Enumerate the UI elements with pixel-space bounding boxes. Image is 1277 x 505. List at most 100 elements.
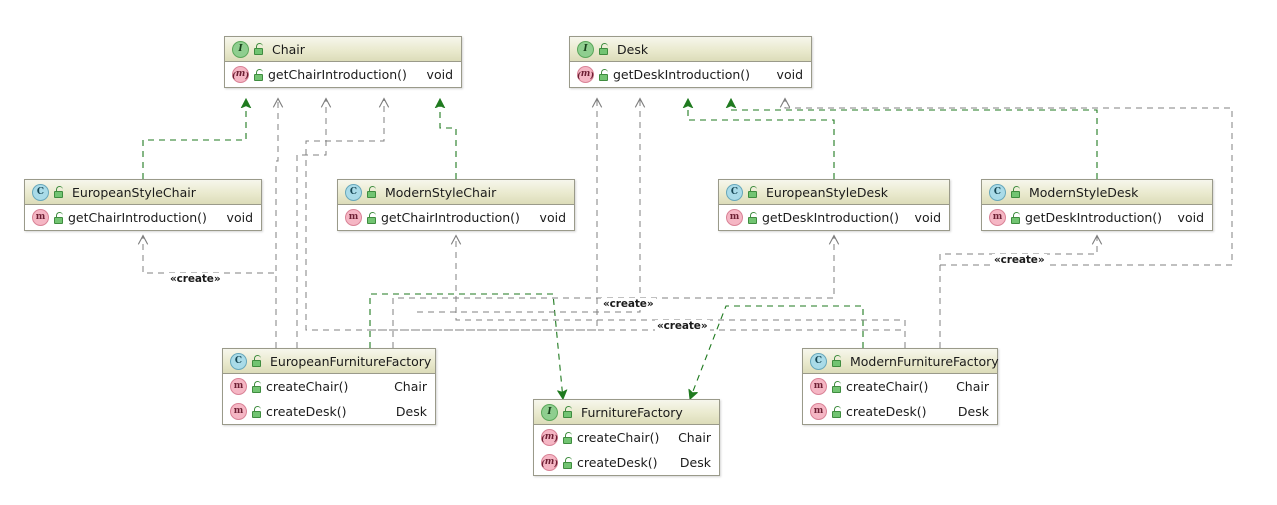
uml-member-name: createDesk() (846, 404, 927, 419)
uml-interface-furniture-factory[interactable]: I FurnitureFactory m createChair() Chair m cre… (533, 399, 720, 476)
edge-stereotype-label: «create» (992, 254, 1047, 266)
uml-member-return-type: Desk (395, 404, 427, 419)
edge-dependency[interactable] (939, 234, 1103, 348)
class-badge-icon: C (345, 183, 362, 201)
uml-member-name: createDesk() (577, 455, 658, 470)
uml-member-name: createDesk() (266, 404, 347, 419)
edge-dependency[interactable] (392, 234, 840, 348)
public-lock-icon (366, 186, 377, 198)
uml-member-name: createChair() (266, 379, 349, 394)
public-lock-icon (831, 380, 842, 393)
public-lock-icon (53, 211, 64, 224)
uml-class-modern-furniture-factory[interactable]: C ModernFurnitureFactory m createChair() Cha… (802, 348, 999, 425)
method-badge-icon: m (345, 209, 362, 226)
uml-box-title: EuropeanStyleDesk (766, 184, 889, 200)
class-badge-icon: C (230, 352, 247, 370)
edge-realization[interactable] (440, 99, 457, 179)
uml-box-header: C EuropeanStyleDesk (719, 180, 949, 205)
uml-box-header: C EuropeanStyleChair (25, 180, 261, 205)
uml-class-european-style-chair[interactable]: C EuropeanStyleChair m getChairIntroduction… (24, 179, 262, 231)
uml-member-name: createChair() (577, 430, 660, 445)
method-badge-icon: m (726, 209, 743, 226)
uml-member-row[interactable]: m getDeskIntroduction() void (982, 205, 1212, 230)
uml-member-return-type: Desk (957, 404, 989, 419)
uml-interface-chair[interactable]: I Chair m getChairIntroduction() void (224, 36, 462, 88)
public-lock-icon (253, 43, 264, 55)
uml-box-title: ModernFurnitureFactory (850, 353, 999, 369)
interface-badge-icon: I (577, 40, 594, 58)
uml-class-modern-style-chair[interactable]: C ModernStyleChair m getChairIntroduction()… (337, 179, 575, 231)
uml-member-return-type: void (914, 210, 941, 225)
uml-box-header: C ModernFurnitureFactory (803, 349, 999, 374)
uml-member-return-type: Chair (394, 379, 427, 394)
uml-box-header: I FurnitureFactory (534, 400, 719, 425)
uml-class-european-style-desk[interactable]: C EuropeanStyleDesk m getDeskIntroduction()… (718, 179, 950, 231)
uml-member-row[interactable]: m createDesk() Desk (803, 399, 997, 424)
uml-member-row[interactable]: m createChair() Chair (803, 374, 997, 399)
uml-box-header: C ModernStyleDesk (982, 180, 1212, 205)
uml-member-return-type: Chair (956, 379, 989, 394)
uml-box-header: I Desk (570, 37, 811, 62)
uml-member-return-type: void (226, 210, 253, 225)
edge-realization[interactable] (688, 99, 835, 179)
uml-member-name: getChairIntroduction() (268, 67, 407, 82)
public-lock-icon (53, 186, 64, 198)
edge-dependency[interactable] (137, 234, 277, 348)
edge-stereotype-label: «create» (168, 273, 223, 285)
uml-member-return-type: void (1177, 210, 1204, 225)
uml-member-name: getDeskIntroduction() (613, 67, 751, 82)
method-badge-icon: m (810, 403, 827, 420)
uml-class-modern-style-desk[interactable]: C ModernStyleDesk m getDeskIntroduction() vo… (981, 179, 1213, 231)
uml-class-european-furniture-factory[interactable]: C EuropeanFurnitureFactory m createChair() C… (222, 348, 436, 425)
uml-member-row[interactable]: m getChairIntroduction() void (338, 205, 574, 230)
edge-realization[interactable] (731, 99, 1098, 179)
uml-box-title: FurnitureFactory (581, 404, 683, 420)
uml-member-return-type: void (539, 210, 566, 225)
public-lock-icon (251, 380, 262, 393)
public-lock-icon (598, 43, 609, 55)
uml-member-return-type: void (776, 67, 803, 82)
method-badge-icon: m (577, 66, 594, 83)
edge-realization[interactable] (142, 99, 246, 179)
uml-box-title: EuropeanFurnitureFactory (270, 353, 432, 369)
uml-box-title: ModernStyleDesk (1029, 184, 1139, 200)
uml-member-row[interactable]: m createDesk() Desk (223, 399, 435, 424)
public-lock-icon (253, 68, 264, 81)
uml-member-row[interactable]: m getDeskIntroduction() void (719, 205, 949, 230)
public-lock-icon (747, 211, 758, 224)
uml-member-name: createChair() (846, 379, 929, 394)
edge-dependency[interactable] (296, 97, 332, 348)
uml-interface-desk[interactable]: I Desk m getDeskIntroduction() void (569, 36, 812, 88)
public-lock-icon (562, 431, 573, 444)
public-lock-icon (598, 68, 609, 81)
uml-box-title: Desk (617, 41, 649, 57)
class-badge-icon: C (989, 183, 1006, 201)
public-lock-icon (251, 355, 262, 367)
uml-box-title: Chair (272, 41, 305, 57)
method-badge-icon: m (541, 454, 558, 471)
uml-member-name: getDeskIntroduction() (1025, 210, 1163, 225)
uml-box-title: ModernStyleChair (385, 184, 497, 200)
class-badge-icon: C (726, 183, 743, 201)
method-badge-icon: m (230, 378, 247, 395)
uml-box-header: C ModernStyleChair (338, 180, 574, 205)
uml-member-row[interactable]: m getDeskIntroduction() void (570, 62, 811, 87)
edge-stereotype-label: «create» (601, 298, 656, 310)
uml-member-row[interactable]: m getChairIntroduction() void (225, 62, 461, 87)
method-badge-icon: m (810, 378, 827, 395)
uml-member-row[interactable]: m createDesk() Desk (534, 450, 719, 475)
method-badge-icon: m (32, 209, 49, 226)
edge-dependency[interactable] (272, 97, 284, 348)
public-lock-icon (251, 405, 262, 418)
uml-member-name: getChairIntroduction() (68, 210, 207, 225)
uml-member-row[interactable]: m createChair() Chair (534, 425, 719, 450)
interface-badge-icon: I (232, 40, 249, 58)
uml-member-return-type: Desk (679, 455, 711, 470)
public-lock-icon (562, 456, 573, 469)
class-badge-icon: C (32, 183, 49, 201)
uml-box-header: C EuropeanFurnitureFactory (223, 349, 435, 374)
edge-stereotype-label: «create» (655, 320, 710, 332)
uml-member-row[interactable]: m getChairIntroduction() void (25, 205, 261, 230)
uml-box-header: I Chair (225, 37, 461, 62)
uml-member-row[interactable]: m createChair() Chair (223, 374, 435, 399)
